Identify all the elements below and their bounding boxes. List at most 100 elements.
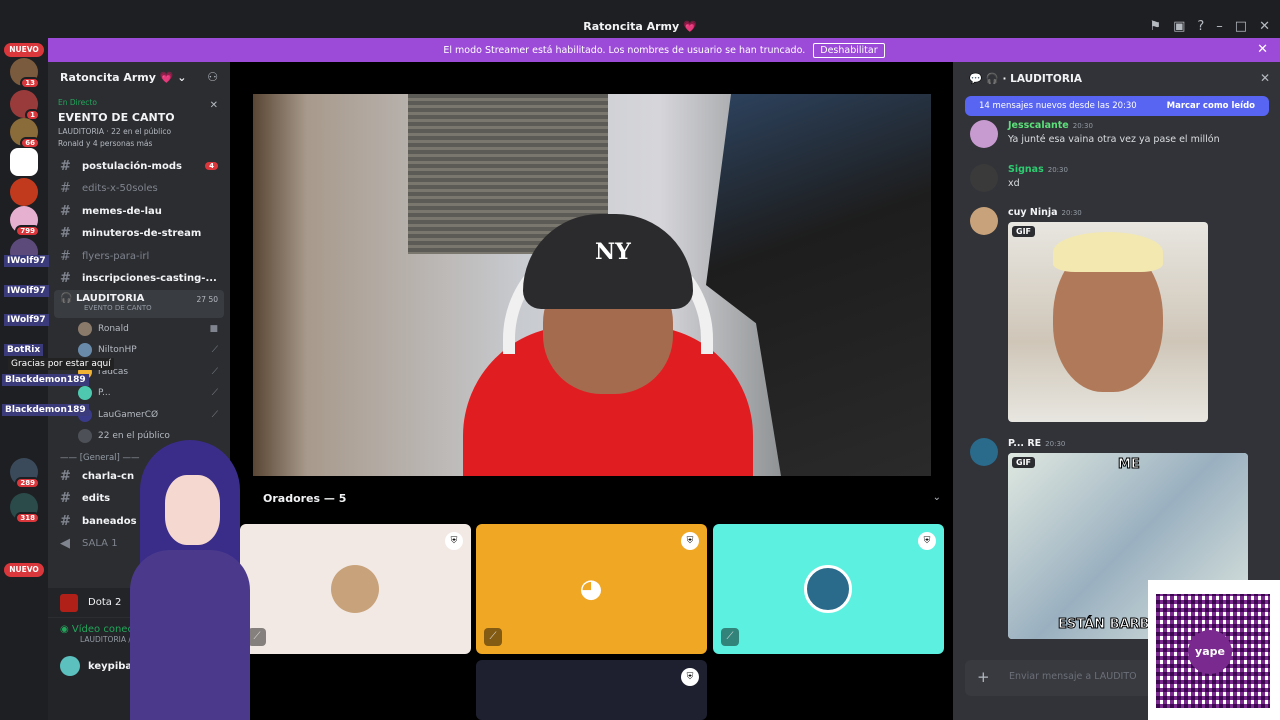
channel-item[interactable]: # minuteros-de-stream	[48, 223, 230, 246]
ny-logo: NY	[595, 239, 631, 265]
speaker-tile[interactable]: ⛨ ⟋	[240, 524, 471, 654]
hash-icon: #	[60, 513, 71, 529]
unread-badge: 289	[15, 477, 40, 489]
inbox-icon[interactable]: ⚑	[1149, 19, 1161, 34]
moderator-icon: ⛨	[681, 668, 699, 686]
voice-channel-count: 27 50	[196, 295, 218, 304]
headphones-icon: 🎧	[60, 293, 73, 304]
moderator-icon: ⛨	[681, 532, 699, 550]
live-label: En Directo	[58, 98, 97, 107]
live-event-attendees: Ronald y 4 personas más	[58, 139, 153, 148]
hash-icon: #	[60, 158, 71, 174]
disable-streamer-button[interactable]: Deshabilitar	[813, 42, 885, 58]
gif-attachment[interactable]: GIF	[1008, 222, 1208, 422]
channel-label: edits-x-50soles	[82, 183, 158, 195]
gif-hair	[1053, 232, 1163, 272]
server-icon[interactable]	[10, 148, 38, 176]
new-messages-bar[interactable]: 14 mensajes nuevos desde las 20:30 Marca…	[965, 96, 1269, 116]
hash-icon: #	[60, 248, 71, 264]
avatar	[331, 565, 379, 613]
streamer-mode-banner: El modo Streamer está habilitado. Los no…	[48, 38, 1280, 62]
author-name: Signas	[1008, 164, 1044, 175]
message-text: Ya junté esa vaina otra vez ya pase el m…	[1008, 134, 1220, 145]
server-icon[interactable]: 318	[10, 493, 40, 524]
new-badge: NUEVO	[4, 43, 44, 57]
cap: NY	[523, 214, 693, 309]
mic-muted-icon: ⟋	[211, 388, 218, 399]
hash-icon: #	[60, 203, 71, 219]
add-member-icon[interactable]: ⚇	[207, 70, 218, 84]
close-banner-icon[interactable]: ✕	[1257, 42, 1268, 57]
moderator-icon: ⛨	[445, 532, 463, 550]
audience-icon	[78, 429, 92, 444]
channel-item[interactable]: # edits-x-50soles	[48, 178, 230, 201]
message-time: 20:30	[1061, 209, 1082, 217]
chat-channel-name: LAUDITORIA	[1010, 73, 1082, 85]
overlay-username: IWolf97	[4, 255, 49, 267]
close-icon[interactable]: ✕	[1260, 71, 1270, 85]
voice-channel-lauditoria[interactable]: 🎧 LAUDITORIA EVENTO DE CANTO 27 50	[54, 290, 224, 318]
channel-label: postulación-mods	[82, 160, 182, 172]
hash-icon: #	[60, 226, 71, 242]
server-icon[interactable]: 799	[10, 206, 40, 237]
overlay-botrix-msg: Gracias por estar aquí	[8, 358, 114, 370]
author-name: cuy Ninja	[1008, 207, 1058, 218]
message-text: xd	[1008, 178, 1020, 189]
maximize-icon[interactable]: □	[1235, 19, 1247, 34]
hash-icon: #	[60, 271, 71, 287]
avatar	[60, 656, 80, 676]
server-icon[interactable]: 289	[10, 458, 40, 489]
meme-top-text: ME	[1118, 457, 1141, 473]
channel-item[interactable]: # inscripciones-casting-...	[48, 268, 230, 291]
banner-text: El modo Streamer está habilitado. Los no…	[443, 44, 806, 56]
server-header[interactable]: Ratoncita Army 💗 ⌄ ⚇	[48, 62, 230, 94]
avatar	[970, 120, 998, 148]
speaker-tile[interactable]: ◕ ⛨ ⟋	[476, 524, 707, 654]
channel-label: inscripciones-casting-...	[82, 273, 217, 285]
channel-label: edits	[82, 493, 111, 505]
voice-user-name: Ronald	[98, 323, 129, 334]
speaker-tile[interactable]: ⛨	[476, 660, 707, 720]
chat-bubble-icon: 💬	[969, 73, 983, 85]
unread-badge: 318	[15, 512, 40, 524]
server-icon[interactable]	[10, 178, 38, 206]
mic-muted-icon: ⟋	[211, 345, 218, 356]
avatar	[78, 343, 92, 358]
channel-label: minuteros-de-stream	[82, 228, 202, 240]
speaker-tile[interactable]: ⛨ ⟋	[713, 524, 944, 654]
stream-video[interactable]: NY	[253, 94, 931, 476]
hash-icon: #	[60, 491, 71, 507]
voice-channel-name: LAUDITORIA	[75, 293, 145, 304]
speaker-icon: ◀	[60, 536, 70, 552]
plus-icon[interactable]: +	[977, 668, 990, 686]
overlay-username: Blackdemon189	[2, 404, 89, 416]
live-event-title: EVENTO DE CANTO	[58, 111, 175, 124]
server-icon[interactable]: 66	[10, 118, 40, 149]
server-icon[interactable]: 13	[10, 58, 40, 89]
new-badge: NUEVO	[4, 563, 44, 577]
dota-icon	[60, 593, 78, 612]
screen-icon[interactable]: ▣	[1173, 19, 1185, 34]
vtuber-body	[130, 550, 250, 720]
channel-item[interactable]: # memes-de-lau	[48, 200, 230, 223]
avatar	[78, 386, 92, 401]
help-icon[interactable]: ?	[1197, 19, 1204, 34]
channel-item[interactable]: # postulación-mods 4	[48, 155, 230, 178]
minimize-icon[interactable]: –	[1216, 19, 1223, 34]
stage-view: NY Oradores — 5 ⌄ ⛨ ⟋ ◕ ⛨ ⟋ ⛨ ⟋ ⛨	[230, 62, 953, 720]
title-bar: Ratoncita Army 💗 ⚑ ▣ ? – □ ✕	[0, 0, 1280, 38]
chevron-down-icon[interactable]: ⌄	[933, 492, 941, 503]
voice-channel-sub: EVENTO DE CANTO	[84, 304, 152, 312]
meme-bottom-text: ESTÁN BARB	[1057, 617, 1150, 633]
live-event-card[interactable]: En Directo EVENTO DE CANTO LAUDITORIA · …	[48, 94, 230, 155]
close-icon[interactable]: ✕	[210, 100, 218, 111]
channel-item[interactable]: # flyers-para-irl	[48, 245, 230, 268]
server-icon[interactable]: 1	[10, 90, 40, 121]
mic-muted-icon: ⟋	[721, 628, 739, 646]
message-author: cuy Ninja 20:30	[1008, 207, 1082, 218]
mic-muted-icon: ⟋	[211, 366, 218, 377]
gif-label: GIF	[1012, 457, 1036, 468]
voice-user[interactable]: Ronald ■	[48, 318, 230, 340]
close-window-icon[interactable]: ✕	[1259, 19, 1270, 34]
mark-read-button[interactable]: Marcar como leído	[1167, 101, 1255, 111]
